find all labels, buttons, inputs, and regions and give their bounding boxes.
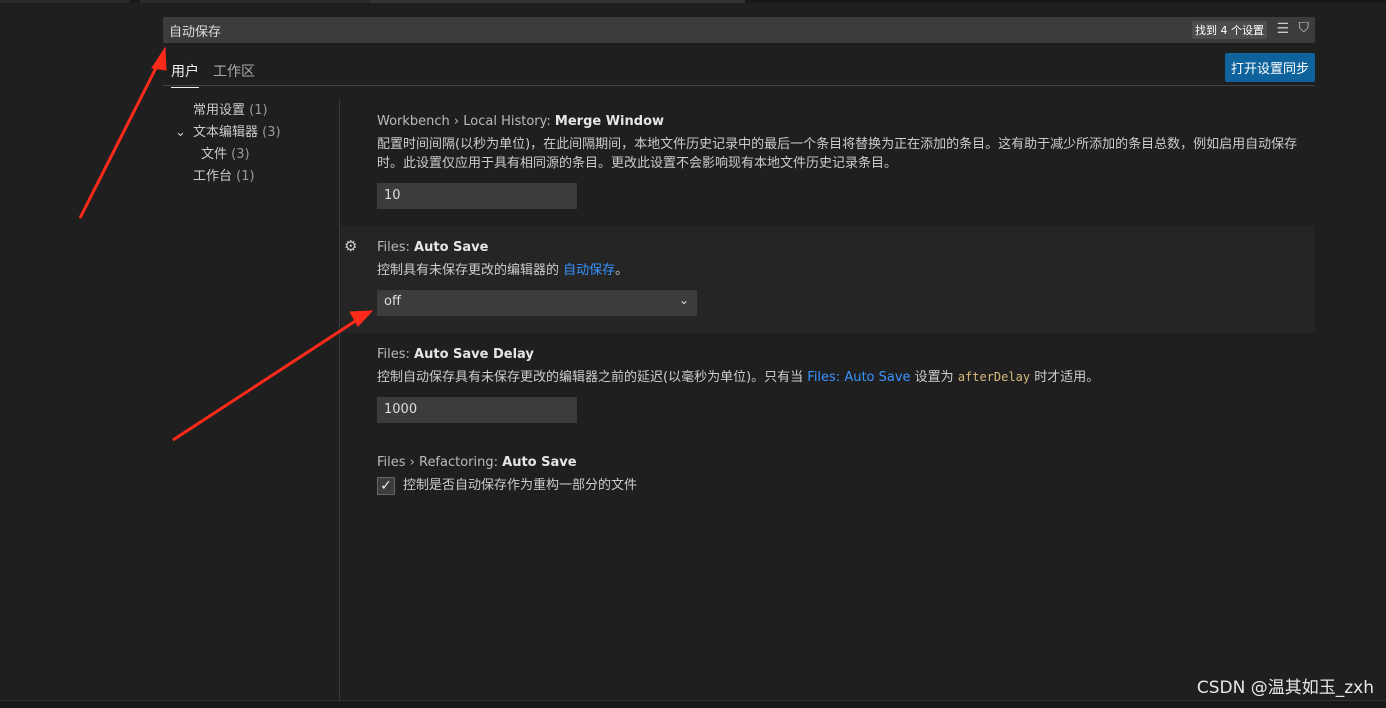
arrow-to-search <box>78 59 162 219</box>
arrow-to-select <box>172 316 361 442</box>
watermark: CSDN @温其如玉_zxh <box>1196 678 1374 698</box>
bottom-bar <box>0 700 1386 708</box>
annotation-arrows <box>78 46 374 442</box>
arrow-head <box>151 46 167 71</box>
